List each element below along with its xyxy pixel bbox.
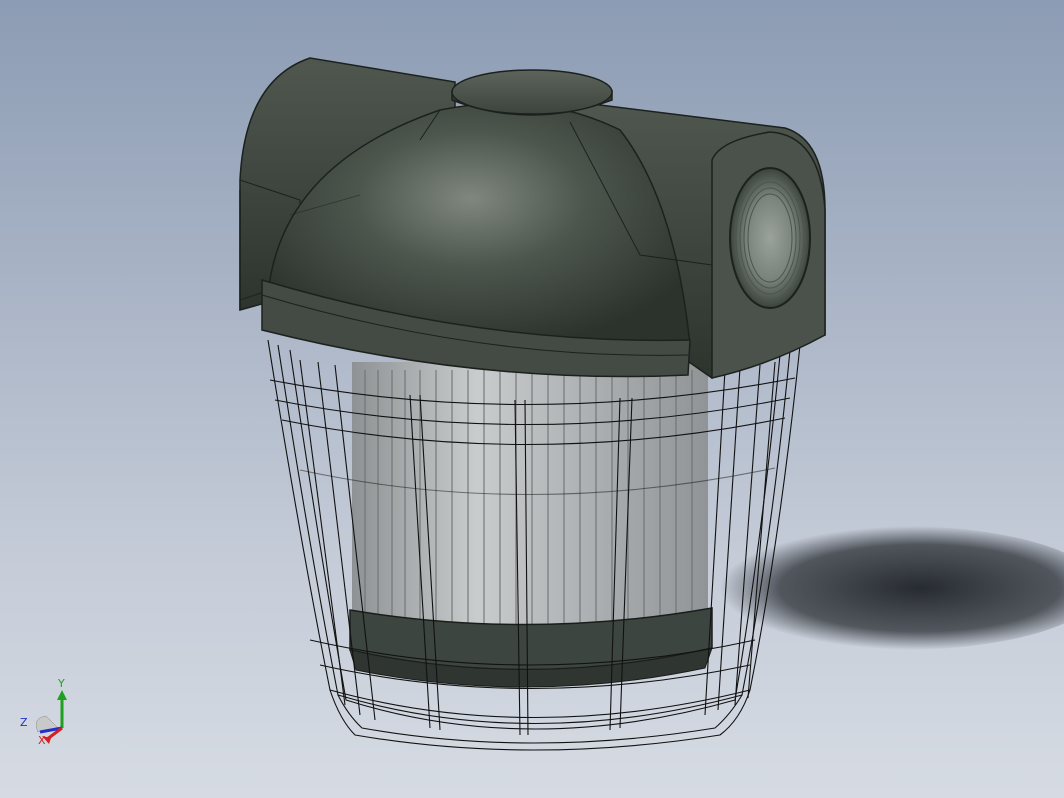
floor-shadow	[700, 526, 1064, 650]
y-axis-arrow	[57, 690, 67, 700]
y-axis-label: Y	[57, 677, 65, 690]
model-scene[interactable]	[0, 0, 1064, 798]
graphics-viewport[interactable]: Y Z X	[0, 0, 1064, 798]
threaded-port	[729, 167, 811, 309]
x-axis-label: X	[38, 734, 46, 746]
view-orientation-triad[interactable]: Y Z X	[18, 676, 78, 746]
z-axis-label: Z	[20, 716, 28, 729]
filter-cartridge	[349, 362, 713, 688]
top-cap	[451, 69, 613, 116]
